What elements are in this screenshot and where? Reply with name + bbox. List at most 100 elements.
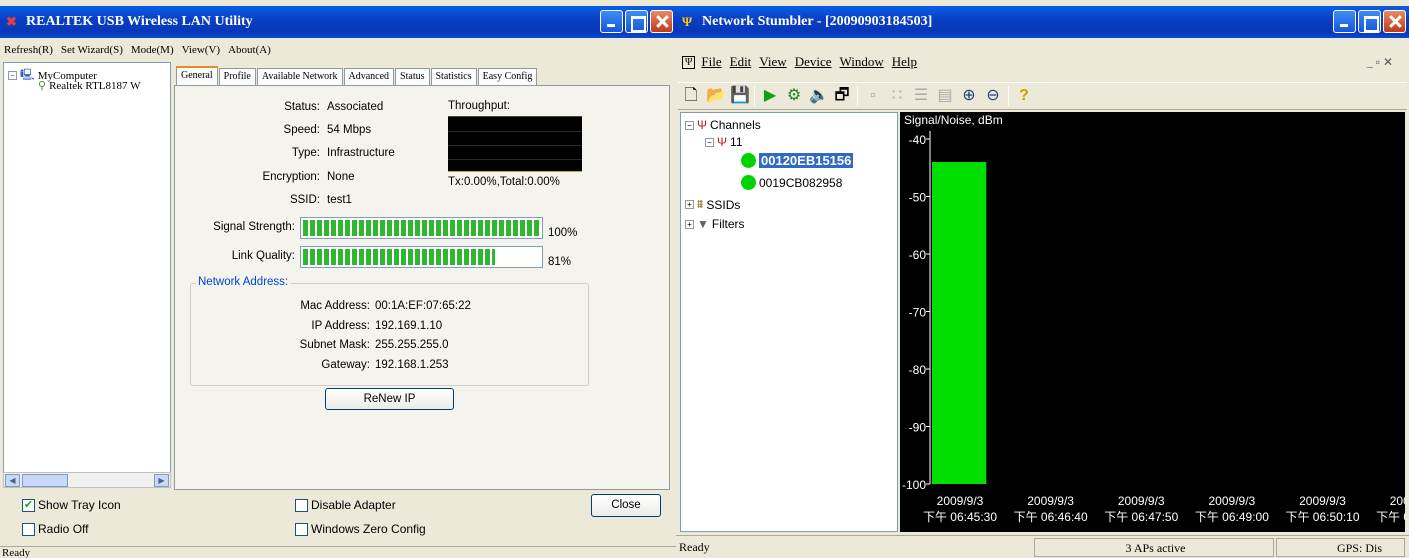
x-tick-time: 下午 06:46:40 bbox=[1014, 510, 1088, 524]
tab-available-network[interactable]: Available Network bbox=[256, 68, 343, 86]
x-tick-date: 2009/9/3 bbox=[1209, 494, 1256, 508]
show-tray-icon-checkbox[interactable]: ✔ Show Tray Icon bbox=[22, 498, 121, 512]
stumbler-close-button[interactable] bbox=[1383, 10, 1406, 33]
scroll-right-icon[interactable]: ▶ bbox=[154, 474, 169, 487]
tree-label-ssids: SSIDs bbox=[706, 197, 741, 212]
status-ready: Ready bbox=[679, 540, 710, 554]
gateway-label: Gateway: bbox=[321, 359, 370, 371]
y-tick-label: -40 bbox=[909, 133, 927, 147]
tab-profile[interactable]: Profile bbox=[218, 68, 256, 86]
menu-about[interactable]: About(A) bbox=[228, 44, 271, 56]
small-icons-icon[interactable]: ∷ bbox=[888, 87, 906, 105]
maximize-button[interactable] bbox=[625, 10, 648, 33]
list-icon[interactable]: ☰ bbox=[912, 87, 930, 105]
tree-hscrollbar[interactable]: ◀ ▶ bbox=[3, 472, 171, 488]
tree-node-ap-selected[interactable]: 00120EB15156 bbox=[741, 153, 854, 168]
realtek-statusbar: Ready bbox=[0, 546, 676, 558]
tree-node-channels[interactable]: − Ψ Channels bbox=[685, 118, 761, 132]
y-tick-label: -90 bbox=[909, 421, 927, 435]
signal-noise-chart: Signal/Noise, dBm -40 -50 -60 -70 -80 -90 -100 2… bbox=[900, 112, 1409, 532]
auto-config-icon[interactable]: ⚙ bbox=[785, 87, 803, 105]
y-tick-label: -60 bbox=[909, 248, 927, 262]
tab-status[interactable]: Status bbox=[395, 68, 430, 86]
close-window-button[interactable] bbox=[650, 10, 673, 33]
menu-mode[interactable]: Mode(M) bbox=[131, 44, 174, 56]
tab-statistics[interactable]: Statistics bbox=[430, 68, 477, 86]
signal-bar bbox=[936, 162, 942, 484]
large-icons-icon[interactable]: ▫ bbox=[864, 87, 882, 105]
collapse-icon[interactable]: − bbox=[705, 137, 714, 147]
renew-ip-button[interactable]: ReNew IP bbox=[325, 388, 454, 410]
chart-svg: Signal/Noise, dBm -40 -50 -60 -70 -80 -90 -100 2… bbox=[902, 113, 1409, 524]
minimize-button[interactable] bbox=[600, 10, 623, 33]
tree-label-ap-other: 0019CB082958 bbox=[759, 175, 843, 190]
stumbler-maximize-button[interactable] bbox=[1358, 10, 1381, 33]
signal-strength-value: 100% bbox=[548, 227, 578, 239]
properties-icon[interactable]: 🗗 bbox=[833, 87, 851, 105]
x-tick-time: 下午 06:51:20 bbox=[1376, 510, 1405, 524]
signal-bar bbox=[972, 162, 978, 484]
tab-easy-config[interactable]: Easy Config bbox=[477, 68, 538, 86]
tab-advanced[interactable]: Advanced bbox=[343, 68, 395, 86]
ip-value: 192.169.1.10 bbox=[375, 320, 443, 332]
stumbler-title: Network Stumbler - [20090903184503] bbox=[702, 14, 933, 29]
save-icon[interactable]: 💾 bbox=[730, 87, 750, 105]
x-tick-time: 下午 06:49:00 bbox=[1195, 510, 1269, 524]
tree-node-ap-other[interactable]: 0019CB082958 bbox=[741, 175, 842, 190]
menu-file[interactable]: File bbox=[701, 54, 721, 70]
windows-zero-config-checkbox[interactable]: Windows Zero Config bbox=[295, 522, 426, 536]
menu-edit[interactable]: Edit bbox=[730, 54, 752, 70]
menu-view[interactable]: View bbox=[759, 54, 786, 70]
stumbler-titlebar[interactable]: Ψ Network Stumbler - [20090903184503] bbox=[676, 6, 1409, 38]
signal-bar bbox=[941, 162, 946, 484]
x-tick-time: 下午 06:45:30 bbox=[923, 510, 997, 524]
scroll-thumb[interactable] bbox=[22, 474, 68, 487]
stumbler-minimize-button[interactable] bbox=[1333, 10, 1356, 33]
close-button[interactable]: Close bbox=[591, 494, 661, 517]
zoom-out-icon[interactable]: ⊖ bbox=[984, 87, 1002, 105]
scroll-left-icon[interactable]: ◀ bbox=[5, 474, 20, 487]
y-tick-label: -50 bbox=[909, 191, 927, 205]
ip-label: IP Address: bbox=[311, 320, 370, 332]
realtek-titlebar[interactable]: ✖ REALTEK USB Wireless LAN Utility bbox=[0, 6, 676, 38]
tree-node-adapter[interactable]: ⚲ Realtek RTL8187 W bbox=[38, 79, 141, 93]
show-tray-icon-label: Show Tray Icon bbox=[38, 498, 121, 512]
help-icon[interactable]: ? bbox=[1015, 87, 1033, 105]
radio-off-checkbox[interactable]: Radio Off bbox=[22, 522, 88, 536]
tree-label-adapter: Realtek RTL8187 W bbox=[49, 79, 141, 92]
speaker-icon[interactable]: 🔈 bbox=[809, 87, 829, 105]
menu-help[interactable]: Help bbox=[892, 54, 917, 70]
expand-icon[interactable]: + bbox=[685, 219, 694, 229]
menu-device[interactable]: Device bbox=[795, 54, 832, 70]
tab-general[interactable]: General bbox=[176, 66, 218, 86]
tree-node-ssids[interactable]: + ⩩ SSIDs bbox=[685, 197, 740, 212]
tree-node-channel-11[interactable]: − Ψ 11 bbox=[705, 135, 743, 149]
ssid-value: test1 bbox=[327, 194, 352, 206]
gateway-value: 192.168.1.253 bbox=[375, 359, 449, 371]
collapse-icon[interactable]: − bbox=[685, 120, 694, 130]
expand-icon[interactable]: + bbox=[685, 200, 694, 209]
play-icon[interactable]: ▶ bbox=[761, 87, 779, 105]
new-file-icon[interactable]: 🗋 bbox=[682, 87, 700, 105]
zoom-in-icon[interactable]: ⊕ bbox=[960, 87, 978, 105]
menu-set-wizard[interactable]: Set Wizard(S) bbox=[61, 44, 123, 56]
antenna-app-icon: Ψ bbox=[682, 14, 693, 29]
collapse-icon[interactable]: − bbox=[8, 71, 17, 80]
windows-zero-config-label: Windows Zero Config bbox=[311, 522, 426, 536]
type-label: Type: bbox=[291, 147, 320, 159]
open-folder-icon[interactable]: 📂 bbox=[706, 87, 726, 105]
signal-bar bbox=[959, 162, 964, 484]
stumbler-tree: − Ψ Channels − Ψ 11 00120EB15156 0019CB0… bbox=[680, 112, 898, 532]
tree-node-filters[interactable]: + ▼ Filters bbox=[685, 217, 745, 231]
menu-window[interactable]: Window bbox=[840, 54, 884, 70]
menu-view[interactable]: View(V) bbox=[182, 44, 220, 56]
x-tick-date: 2009/9/3 bbox=[1027, 494, 1074, 508]
realtek-title: REALTEK USB Wireless LAN Utility bbox=[26, 14, 253, 29]
chart-title: Signal/Noise, dBm bbox=[904, 113, 1003, 127]
disable-adapter-checkbox[interactable]: Disable Adapter bbox=[295, 498, 396, 512]
y-tick-label: -70 bbox=[909, 306, 927, 320]
mdi-window-controls[interactable]: _ ▫ ✕ bbox=[1367, 55, 1393, 70]
x-tick-date: 2009/9/3 bbox=[937, 494, 984, 508]
details-icon[interactable]: ▤ bbox=[936, 87, 954, 105]
menu-refresh[interactable]: Refresh(R) bbox=[4, 44, 53, 56]
